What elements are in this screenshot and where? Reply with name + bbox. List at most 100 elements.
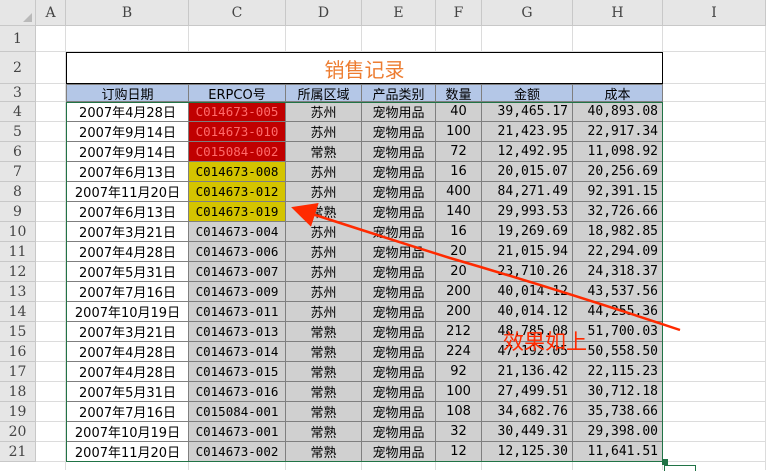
table-cell[interactable]: 宠物用品 xyxy=(362,342,436,362)
row-header-11[interactable]: 11 xyxy=(0,242,36,262)
table-cell[interactable]: 苏州 xyxy=(286,222,362,242)
table-cell[interactable]: 常熟 xyxy=(286,402,362,422)
table-cell[interactable]: 84,271.49 xyxy=(482,182,573,202)
table-cell[interactable]: 宠物用品 xyxy=(362,402,436,422)
table-cell[interactable]: C014673-004 xyxy=(189,222,286,242)
table-cell[interactable]: 34,682.76 xyxy=(482,402,573,422)
table-cell[interactable]: 100 xyxy=(436,382,482,402)
table-cell[interactable]: 29,398.00 xyxy=(573,422,663,442)
table-cell[interactable]: 宠物用品 xyxy=(362,382,436,402)
table-cell[interactable]: 43,537.56 xyxy=(573,282,663,302)
table-cell[interactable]: 35,738.66 xyxy=(573,402,663,422)
row-header-21[interactable]: 21 xyxy=(0,442,36,462)
table-cell[interactable]: 40,014.12 xyxy=(482,282,573,302)
row-header-3[interactable]: 3 xyxy=(0,84,36,102)
table-cell[interactable]: 宠物用品 xyxy=(362,122,436,142)
row-header-6[interactable]: 6 xyxy=(0,142,36,162)
table-cell[interactable]: 2007年9月14日 xyxy=(66,122,189,142)
table-cell[interactable]: 44,255.36 xyxy=(573,302,663,322)
row-header-16[interactable]: 16 xyxy=(0,342,36,362)
table-cell[interactable]: 100 xyxy=(436,122,482,142)
table-cell[interactable]: 22,917.34 xyxy=(573,122,663,142)
table-cell[interactable]: 常熟 xyxy=(286,382,362,402)
table-cell[interactable]: 400 xyxy=(436,182,482,202)
table-cell[interactable]: 2007年4月28日 xyxy=(66,102,189,122)
table-cell[interactable]: 32,726.66 xyxy=(573,202,663,222)
table-cell[interactable]: 40 xyxy=(436,102,482,122)
table-cell[interactable]: 200 xyxy=(436,302,482,322)
table-cell[interactable]: 2007年5月31日 xyxy=(66,382,189,402)
column-header-d[interactable]: D xyxy=(286,0,362,26)
table-cell[interactable]: 宠物用品 xyxy=(362,182,436,202)
table-cell[interactable]: C014673-013 xyxy=(189,322,286,342)
table-cell[interactable]: 24,318.37 xyxy=(573,262,663,282)
column-header-g[interactable]: G xyxy=(482,0,573,26)
column-header-i[interactable]: I xyxy=(663,0,766,26)
table-cell[interactable]: 宠物用品 xyxy=(362,282,436,302)
table-cell[interactable]: C014673-015 xyxy=(189,362,286,382)
table-cell[interactable]: 12,125.30 xyxy=(482,442,573,462)
table-cell[interactable]: 140 xyxy=(436,202,482,222)
table-cell[interactable]: 108 xyxy=(436,402,482,422)
table-cell[interactable]: 2007年3月21日 xyxy=(66,322,189,342)
table-cell[interactable]: C014673-010 xyxy=(189,122,286,142)
table-cell[interactable]: 常熟 xyxy=(286,442,362,462)
row-header-1[interactable]: 1 xyxy=(0,26,36,52)
column-header-e[interactable]: E xyxy=(362,0,436,26)
table-cell[interactable]: C014673-006 xyxy=(189,242,286,262)
table-cell[interactable]: 212 xyxy=(436,322,482,342)
table-cell[interactable]: 2007年9月14日 xyxy=(66,142,189,162)
table-cell[interactable]: 苏州 xyxy=(286,122,362,142)
header-quantity[interactable]: 数量 xyxy=(436,84,482,102)
table-cell[interactable]: 常熟 xyxy=(286,342,362,362)
table-cell[interactable]: 92,391.15 xyxy=(573,182,663,202)
table-cell[interactable]: 16 xyxy=(436,222,482,242)
table-cell[interactable]: 宠物用品 xyxy=(362,102,436,122)
table-cell[interactable]: C015084-001 xyxy=(189,402,286,422)
column-header-a[interactable]: A xyxy=(36,0,66,26)
row-header-7[interactable]: 7 xyxy=(0,162,36,182)
table-cell[interactable]: 11,641.51 xyxy=(573,442,663,462)
row-header-17[interactable]: 17 xyxy=(0,362,36,382)
table-cell[interactable]: 常熟 xyxy=(286,142,362,162)
table-cell[interactable]: C014673-019 xyxy=(189,202,286,222)
table-cell[interactable]: 72 xyxy=(436,142,482,162)
table-cell[interactable]: 苏州 xyxy=(286,282,362,302)
table-cell[interactable]: 2007年3月21日 xyxy=(66,222,189,242)
table-cell[interactable]: 宠物用品 xyxy=(362,302,436,322)
table-cell[interactable]: 2007年10月19日 xyxy=(66,302,189,322)
table-cell[interactable]: C014673-007 xyxy=(189,262,286,282)
table-cell[interactable]: C014673-014 xyxy=(189,342,286,362)
table-cell[interactable]: 2007年7月16日 xyxy=(66,402,189,422)
sheet-title[interactable]: 销售记录 xyxy=(66,52,663,84)
select-all-corner[interactable] xyxy=(0,0,36,26)
row-header-20[interactable]: 20 xyxy=(0,422,36,442)
table-cell[interactable]: 32 xyxy=(436,422,482,442)
table-cell[interactable]: 宠物用品 xyxy=(362,442,436,462)
row-header-18[interactable]: 18 xyxy=(0,382,36,402)
table-cell[interactable]: 20,015.07 xyxy=(482,162,573,182)
table-cell[interactable]: 20 xyxy=(436,262,482,282)
row-header-12[interactable]: 12 xyxy=(0,262,36,282)
table-cell[interactable]: 宠物用品 xyxy=(362,162,436,182)
table-cell[interactable]: 30,449.31 xyxy=(482,422,573,442)
table-cell[interactable]: 苏州 xyxy=(286,262,362,282)
row-header-15[interactable]: 15 xyxy=(0,322,36,342)
table-cell[interactable]: 200 xyxy=(436,282,482,302)
table-cell[interactable]: C014673-016 xyxy=(189,382,286,402)
table-cell[interactable]: 21,015.94 xyxy=(482,242,573,262)
table-cell[interactable]: 2007年10月19日 xyxy=(66,422,189,442)
table-cell[interactable]: 22,115.23 xyxy=(573,362,663,382)
row-header-10[interactable]: 10 xyxy=(0,222,36,242)
table-cell[interactable]: C014673-009 xyxy=(189,282,286,302)
table-cell[interactable]: C014673-002 xyxy=(189,442,286,462)
row-header-14[interactable]: 14 xyxy=(0,302,36,322)
table-cell[interactable]: 2007年4月28日 xyxy=(66,242,189,262)
table-cell[interactable]: 11,098.92 xyxy=(573,142,663,162)
table-cell[interactable]: 宠物用品 xyxy=(362,242,436,262)
table-cell[interactable]: 2007年11月20日 xyxy=(66,182,189,202)
column-header-c[interactable]: C xyxy=(189,0,286,26)
table-cell[interactable]: 16 xyxy=(436,162,482,182)
table-cell[interactable]: 苏州 xyxy=(286,242,362,262)
column-header-f[interactable]: F xyxy=(436,0,482,26)
